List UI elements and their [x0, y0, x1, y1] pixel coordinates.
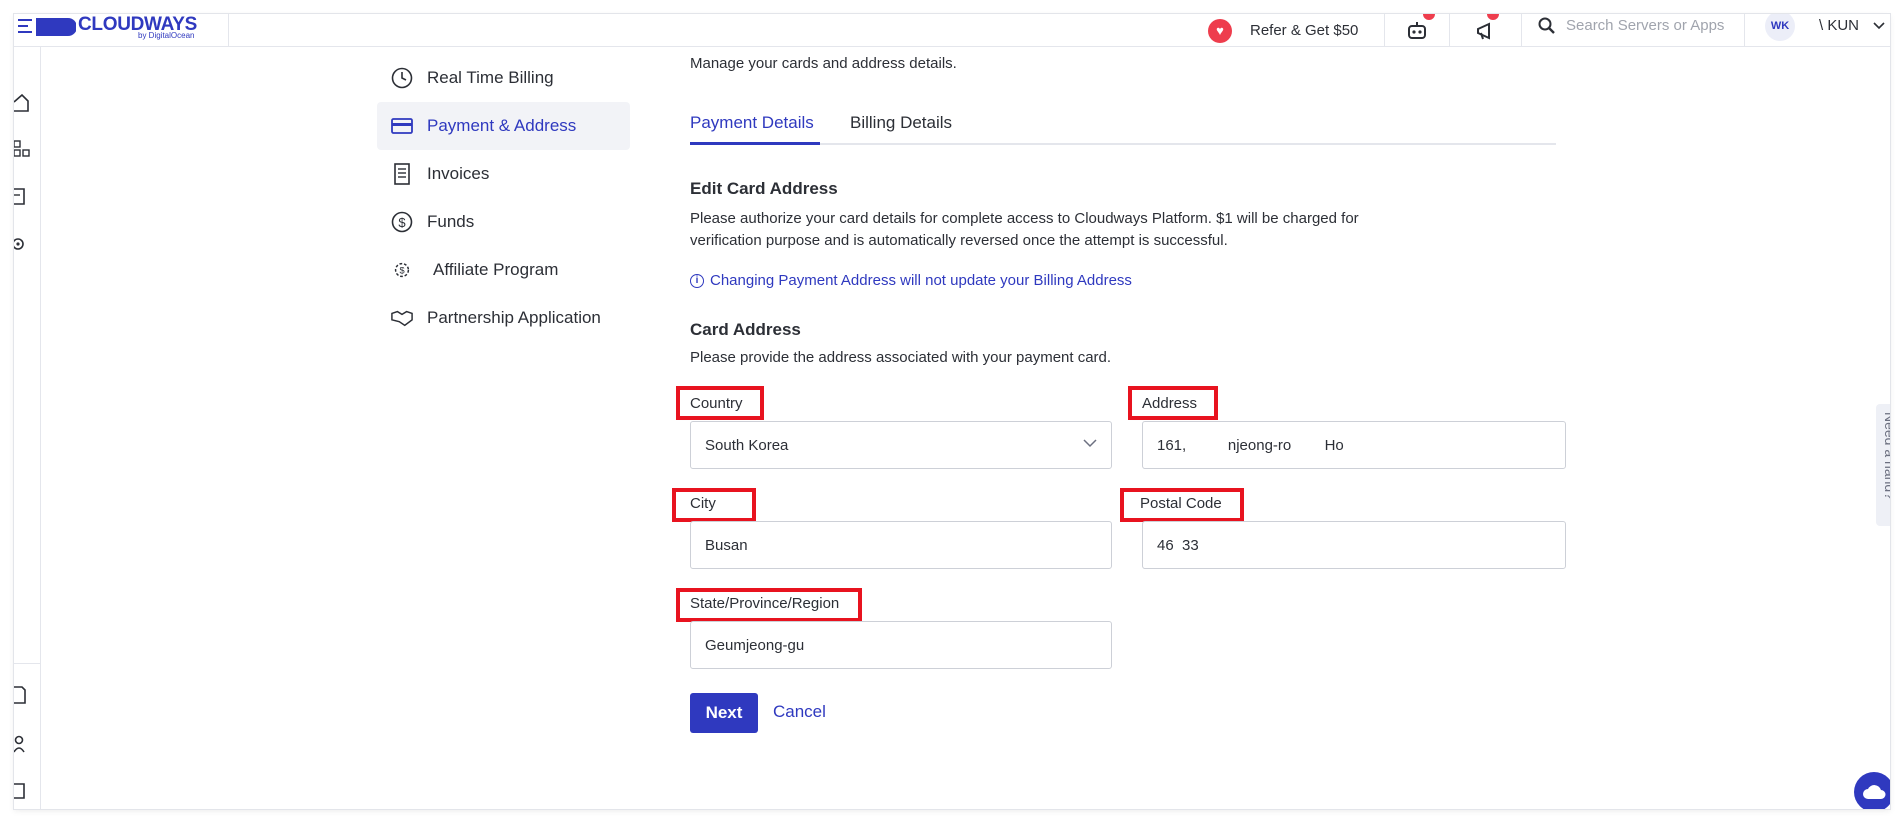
- search-input[interactable]: Search Servers or Apps: [1566, 17, 1724, 34]
- chat-button[interactable]: [1854, 772, 1890, 809]
- postal-code-value: 46 33: [1157, 536, 1199, 554]
- state-value: Geumjeong-gu: [705, 636, 805, 654]
- logo[interactable]: CLOUDWAYS by DigitalOcean: [14, 14, 229, 47]
- heart-icon: ♥: [1208, 18, 1232, 43]
- card-address-heading: Card Address: [690, 320, 801, 339]
- user-icon[interactable]: [14, 735, 30, 753]
- subnav-label: Payment & Address: [427, 116, 577, 135]
- document-icon[interactable]: [14, 187, 30, 205]
- cancel-button[interactable]: Cancel: [773, 702, 826, 722]
- subnav-item-affiliate-program[interactable]: $ Affiliate Program: [377, 246, 630, 294]
- invoice-icon: [391, 163, 413, 185]
- rail-divider: [14, 663, 41, 664]
- subnav-label: Invoices: [427, 164, 490, 183]
- announcements-button[interactable]: [1449, 14, 1521, 47]
- refer-label: Refer & Get $50: [1250, 22, 1359, 39]
- tab-billing-details[interactable]: Billing Details: [850, 113, 952, 145]
- subnav-label: Partnership Application: [427, 308, 601, 327]
- apps-icon[interactable]: [14, 140, 30, 158]
- next-button[interactable]: Next: [690, 693, 758, 733]
- city-field[interactable]: Busan: [690, 521, 1112, 569]
- subnav-label: Affiliate Program: [433, 260, 559, 279]
- affiliate-icon: $: [391, 259, 413, 281]
- subnav-item-invoices[interactable]: Invoices: [377, 150, 630, 198]
- state-label: State/Province/Region: [690, 595, 840, 612]
- country-select[interactable]: South Korea: [690, 421, 1112, 469]
- icon-rail: [14, 47, 41, 809]
- refer-button[interactable]: ♥ Refer & Get $50: [1186, 14, 1384, 47]
- subnav-item-funds[interactable]: $ Funds: [377, 198, 630, 246]
- tab-bar: Payment Details Billing Details: [690, 113, 1556, 145]
- avatar: WK: [1765, 14, 1795, 41]
- app-window: CLOUDWAYS by DigitalOcean ♥ Refer & Get …: [14, 14, 1890, 809]
- edit-card-description: Please authorize your card details for c…: [690, 210, 1359, 249]
- file-icon[interactable]: [14, 686, 30, 704]
- notification-badge: [1487, 14, 1499, 20]
- address-notice: i Changing Payment Address will not upda…: [690, 272, 1132, 289]
- tab-payment-details[interactable]: Payment Details: [690, 113, 820, 145]
- state-field[interactable]: Geumjeong-gu: [690, 621, 1112, 669]
- country-label: Country: [690, 395, 743, 412]
- user-menu[interactable]: WK \ KUN: [1744, 14, 1890, 47]
- notice-text: Changing Payment Address will not update…: [710, 272, 1132, 289]
- user-name: \ KUN: [1819, 17, 1860, 34]
- address-label: Address: [1142, 395, 1198, 412]
- edit-card-heading: Edit Card Address: [690, 179, 838, 198]
- megaphone-icon: [1476, 21, 1490, 40]
- clock-icon: [391, 67, 413, 89]
- subnav-item-real-time-billing[interactable]: Real Time Billing: [377, 54, 630, 102]
- bot-button[interactable]: [1384, 14, 1449, 47]
- collapse-icon[interactable]: [14, 782, 30, 800]
- chevron-down-icon: [1873, 21, 1885, 29]
- subnav-item-payment-address[interactable]: Payment & Address: [377, 102, 630, 150]
- address-field[interactable]: 161, njeong-ro Ho: [1142, 421, 1566, 469]
- need-a-hand-label: Need a hand?: [1882, 412, 1890, 500]
- city-label: City: [690, 495, 716, 512]
- postal-code-field[interactable]: 46 33: [1142, 521, 1566, 569]
- address-value: 161, njeong-ro Ho: [1157, 436, 1344, 454]
- subnav-label: Real Time Billing: [427, 68, 554, 87]
- subnav-item-partnership-application[interactable]: Partnership Application: [377, 294, 630, 342]
- search-icon: [1538, 17, 1555, 34]
- need-a-hand-tab[interactable]: Need a hand?: [1876, 404, 1890, 526]
- credit-card-icon: [391, 115, 413, 137]
- city-value: Busan: [705, 536, 748, 554]
- svg-text:$: $: [398, 215, 406, 230]
- subnav-label: Funds: [427, 212, 475, 231]
- page-intro: Manage your cards and address details.: [690, 55, 957, 72]
- logo-subtext: by DigitalOcean: [138, 31, 195, 40]
- search-bar[interactable]: Search Servers or Apps: [1521, 14, 1744, 47]
- notification-badge: [1423, 14, 1435, 20]
- card-address-description: Please provide the address associated wi…: [690, 349, 1112, 366]
- handshake-icon: [391, 307, 413, 329]
- robot-icon: [1408, 21, 1426, 39]
- cloud-chat-icon: [1863, 785, 1886, 799]
- cloudways-logo-icon: [18, 18, 76, 36]
- country-value: South Korea: [705, 436, 789, 454]
- chevron-down-icon: [1083, 439, 1097, 448]
- billing-subnav: Real Time Billing Payment & Address Invo…: [377, 54, 630, 342]
- dollar-icon: $: [391, 211, 413, 233]
- home-icon[interactable]: [14, 94, 30, 112]
- settings-icon[interactable]: [14, 235, 30, 253]
- info-icon: i: [690, 273, 704, 288]
- postal-code-label: Postal Code: [1140, 495, 1222, 512]
- svg-text:$: $: [399, 266, 404, 276]
- top-bar: CLOUDWAYS by DigitalOcean ♥ Refer & Get …: [14, 14, 1890, 47]
